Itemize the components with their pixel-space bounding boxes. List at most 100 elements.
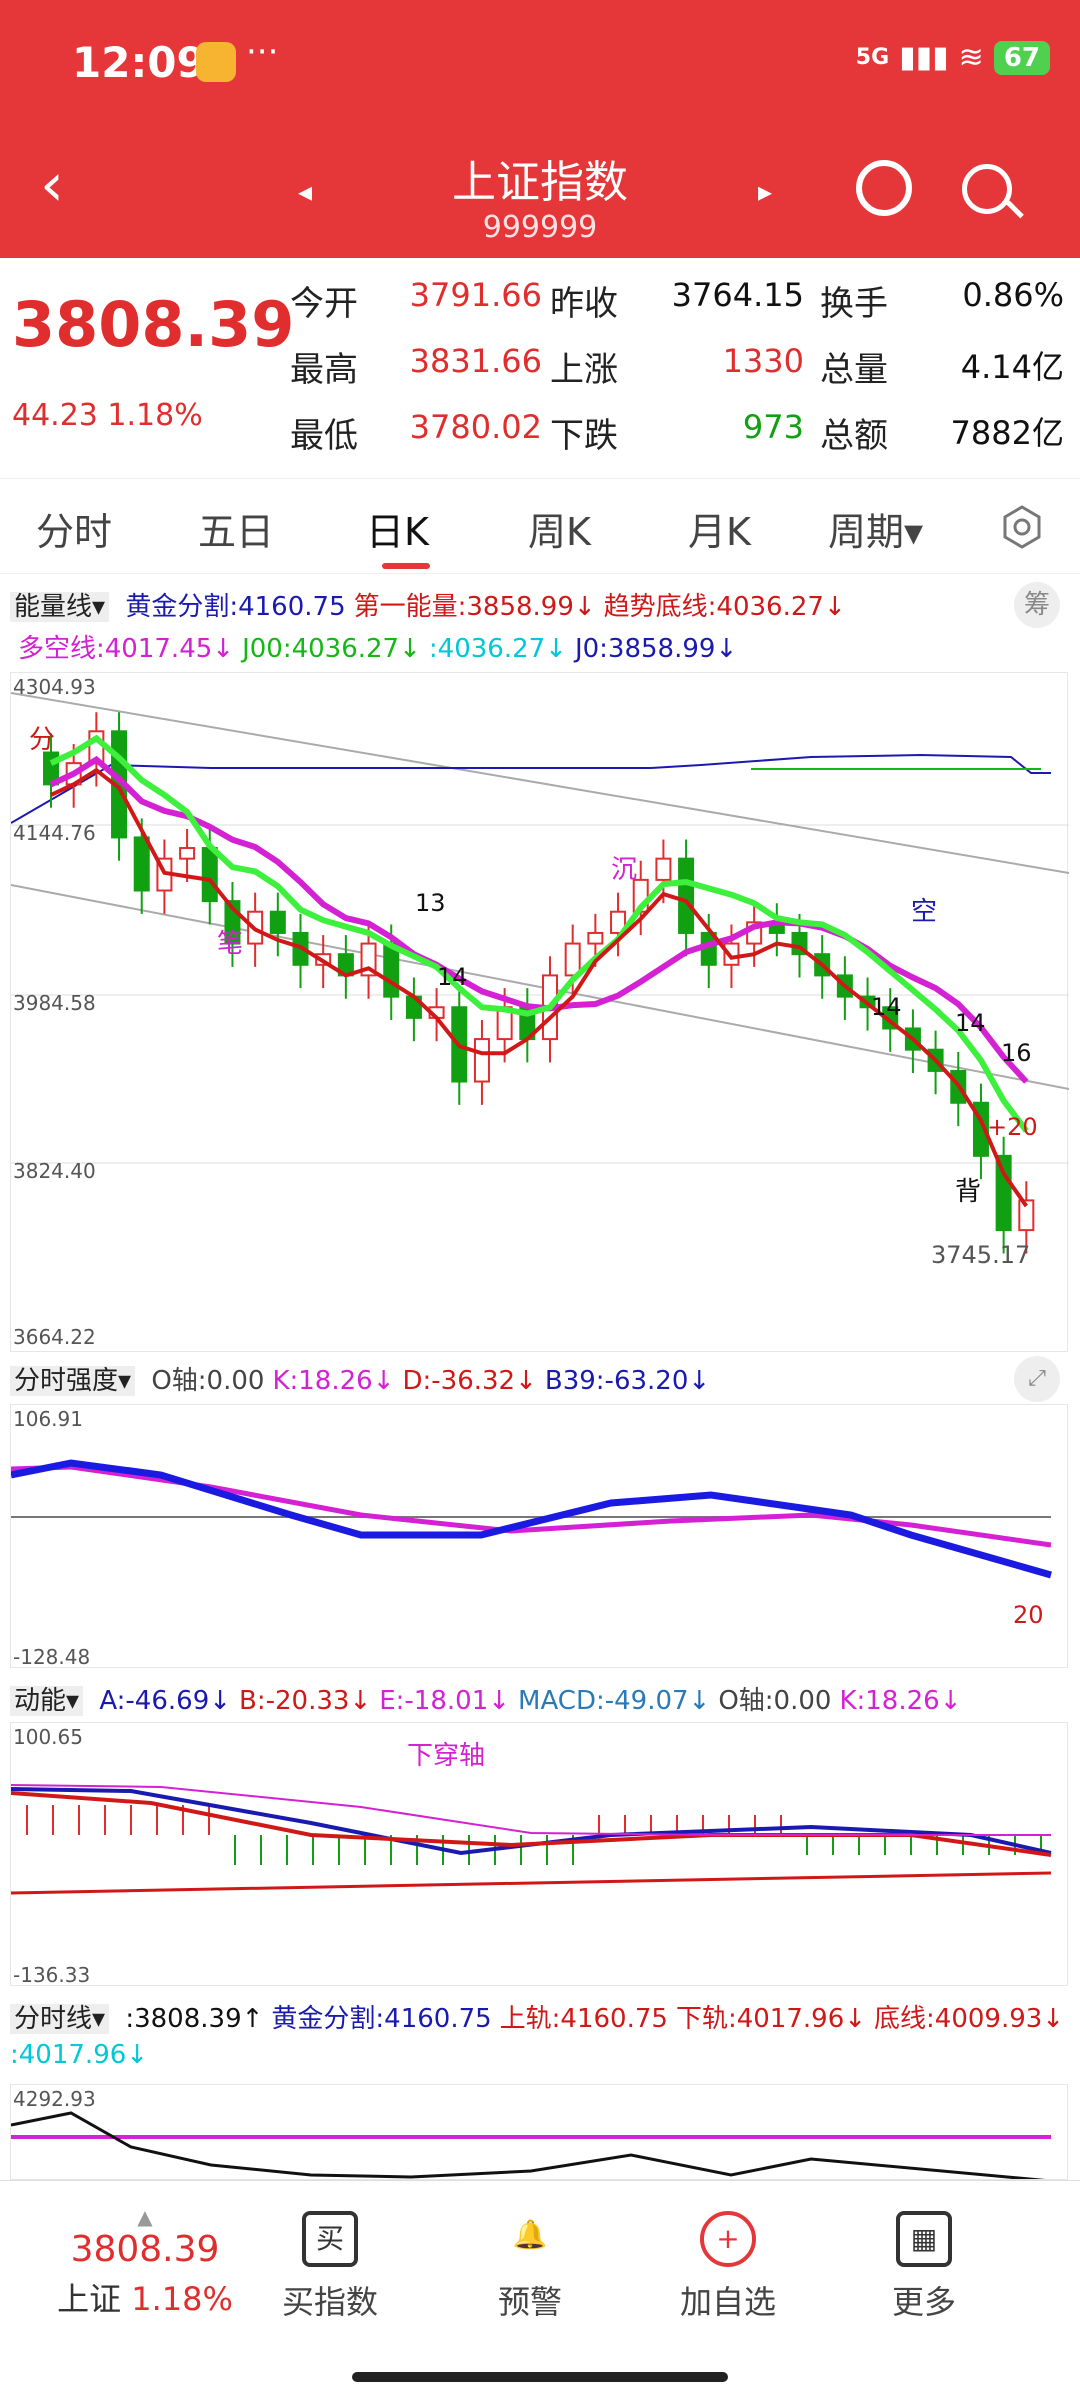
ind3.items-value-4: O轴:0.00 [718,1686,832,1716]
signal-icon: ▮▮▮ [899,40,949,75]
indicator-intraday-row: 分时线▾ :3808.39↑ 黄金分割:4160.75 上轨:4160.75 下轨:4… [10,1998,1064,2035]
tab-2[interactable]: 日K [366,501,429,556]
ind4.items-value-1: 黄金分割:4160.75 [271,2004,492,2034]
quote-label: 上涨 [550,350,618,390]
next-stock-button[interactable]: ▸ [758,175,772,208]
bottom-pct: 1.18% [131,2280,233,2318]
bottom-button-label: 预警 [497,2283,562,2321]
more-notifications-icon: ··· [246,32,279,72]
status-time: 12:09 [72,38,206,87]
ind3.items-value-0: A:-46.69↓ [99,1686,232,1716]
strength-axis-bottom: -128.48 [13,1645,91,1669]
ind1.row2-value-3: J0:3858.99↓ [574,634,738,664]
chip-button[interactable]: 筹 [1014,582,1060,628]
candle-body [655,857,672,881]
momentum-axis-top: 100.65 [13,1725,83,1749]
ind3.items-value-5: K:18.26↓ [839,1686,962,1716]
bottom-button-3[interactable]: ▦ 更多 [854,2211,994,2323]
b-line [10,1791,1052,1857]
app-header: 12:09 ··· 5G ▮▮▮ ≋ 67 ‹ ◂ 上证指数 999999 ▸ [0,0,1080,258]
axis-label-top: 4304.93 [13,675,96,699]
kong-label: 空 [911,897,938,927]
bottom-button-1[interactable]: 🔔 预警 [460,2211,600,2323]
quote-value: 3764.15 [671,276,804,314]
ind1.row2-value-1: J00:4036.27↓ [242,634,421,664]
bottom-button-0[interactable]: 买买指数 [260,2211,400,2323]
expand-icon[interactable]: ⤢ [1014,1356,1060,1402]
bell-icon: 🔔 [512,2218,548,2251]
ind2.items-value-2: D:-36.32↓ [402,1366,537,1396]
strength-svg [10,1459,1052,1579]
ma-mid-line [49,734,1029,1133]
ind3.items-value-2: E:-18.01↓ [379,1686,511,1716]
candle-body [678,857,695,934]
intraday-axis-top: 4292.93 [13,2087,96,2111]
count-14-label-a: 14 [437,963,468,991]
trend-line [10,1871,1052,1895]
momentum-chart[interactable]: 100.65 -136.33 下穿轴 [10,1722,1068,1987]
quote-value: 3831.66 [409,342,542,380]
indicator-energy-select[interactable]: 能量线▾ [10,592,110,622]
quote-value: 3780.02 [409,408,542,446]
indicator-energy-row: 能量线▾ 黄金分割:4160.75 第一能量:3858.99↓ 趋势底线:4036.… [10,586,846,623]
low-price-label: 3745.17 [931,1241,1031,1269]
count-14-label-c: 14 [955,1009,986,1037]
mascot-icon[interactable] [856,160,912,216]
quote-value: 7882亿 [950,414,1064,452]
quote-value: 973 [742,408,804,446]
tab-5[interactable]: 周期▾ [828,501,923,556]
ind4.items-value-2: 上轨:4160.75 [499,2004,668,2034]
tab-3[interactable]: 周K [528,501,591,556]
bottom-button-label: 更多 [891,2283,956,2321]
quote-value: 3791.66 [409,276,542,314]
active-tab-indicator [382,563,430,569]
intraday-price-line [11,2111,1046,2179]
count-20-label: +20 [987,1113,1038,1141]
current-price: 3808.39 [12,288,295,361]
tab-4[interactable]: 月K [688,501,751,556]
indicator-momentum-select[interactable]: 动能▾ [10,1686,84,1716]
ind4.items-value-0: :3808.39↑ [125,2004,264,2034]
b39-line [10,1459,1052,1579]
wifi-icon: ≋ [958,40,984,75]
settings-icon[interactable] [998,503,1046,551]
tab-1[interactable]: 五日 [198,501,274,556]
quote-value: 1330 [722,342,804,380]
bottom-index-name: 上证 [57,2280,122,2318]
quote-value: 0.86% [962,276,1064,314]
app-notification-icon [196,42,236,82]
battery-icon: 67 [993,40,1050,75]
search-icon[interactable] [962,164,1012,214]
bottom-price: 3808.39 [70,2229,220,2270]
stock-code: 999999 [482,210,598,245]
candle-body [179,847,196,860]
bi-label: 笔 [217,929,244,959]
quote-label: 换手 [820,284,888,324]
quote-label: 最高 [290,350,358,390]
bottom-quote[interactable]: ▲ 3808.39 上证 1.18% [30,2205,260,2320]
count-13-label: 13 [415,889,446,917]
collapse-caret-icon: ▲ [137,2205,153,2229]
indicator-intraday-select[interactable]: 分时线▾ [10,2004,110,2034]
indicator-strength-select[interactable]: 分时强度▾ [10,1366,136,1396]
ind1.row2-value-0: 多空线:4017.45↓ [18,634,235,664]
ind4.items-value-3: 下轨:4017.96↓ [675,2004,867,2034]
status-right: 5G ▮▮▮ ≋ 67 [856,40,1050,75]
tab-0[interactable]: 分时 [36,501,112,556]
count-14-label-b: 14 [871,993,902,1021]
momentum-axis-bottom: -136.33 [13,1963,91,1987]
axis-label-bottom: 3664.22 [13,1325,96,1349]
quote-label: 今开 [290,284,358,324]
intraday-chart[interactable]: 4292.93 [10,2084,1068,2180]
kline-chart[interactable]: 4304.93 4144.76 3984.58 3824.40 3664.22 … [10,672,1070,1352]
ma-short-line [50,767,1028,1208]
bottom-button-label: 加自选 [679,2283,776,2321]
bottom-button-2[interactable]: + 加自选 [658,2211,798,2323]
candle-body [201,847,218,903]
strength-chart[interactable]: 106.91 -128.48 20 [10,1404,1068,1669]
fen-label: 分 [29,725,56,755]
network-icon: 5G [855,45,890,70]
ind1.items-value-2: 趋势底线:4036.27↓ [603,592,846,622]
candle-body [587,931,604,945]
axis-label-3: 3984.58 [13,991,96,1015]
